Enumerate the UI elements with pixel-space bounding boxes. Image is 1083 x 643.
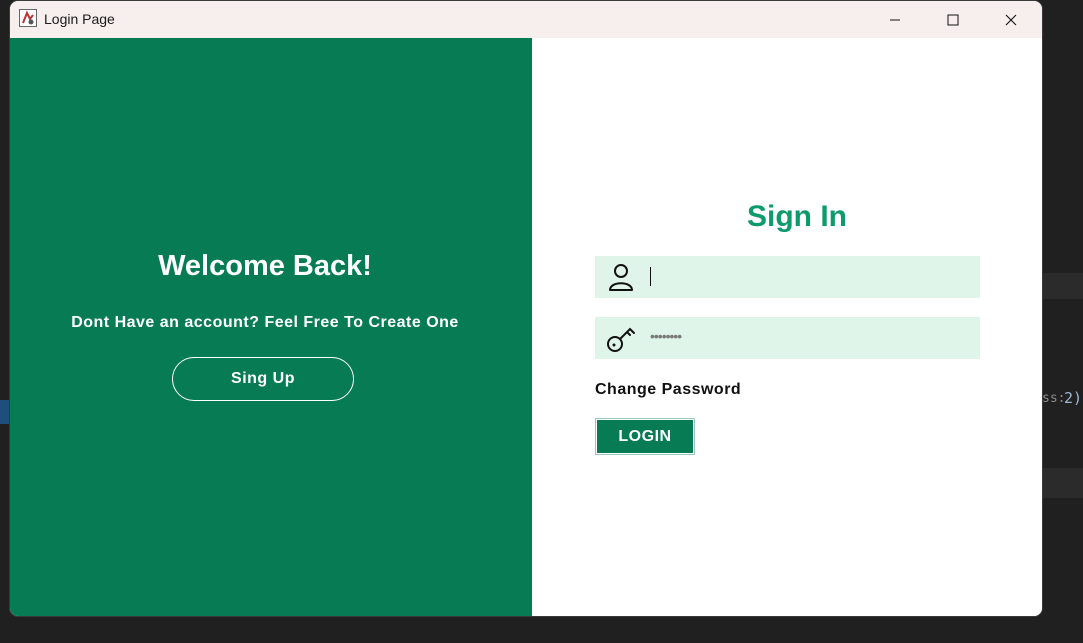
window-title: Login Page [44, 11, 115, 27]
login-window: Login Page Welcome Back! Dont Have an ac… [10, 1, 1042, 616]
minimize-icon [890, 19, 900, 20]
user-icon [609, 264, 633, 291]
background-code-fragment: ss: [1042, 391, 1066, 406]
login-button[interactable]: LOGIN [595, 418, 695, 455]
signup-button[interactable]: Sing Up [172, 357, 354, 401]
minimize-button[interactable] [866, 1, 924, 38]
signin-heading: Sign In [747, 200, 847, 233]
password-input[interactable]: •••••••• [650, 328, 682, 344]
create-account-text: Dont Have an account? Feel Free To Creat… [71, 314, 459, 331]
title-bar: Login Page [10, 1, 1042, 38]
maximize-button[interactable] [924, 1, 982, 38]
close-icon [1005, 14, 1017, 25]
change-password-link[interactable]: Change Password [595, 381, 741, 399]
welcome-heading: Welcome Back! [158, 250, 372, 282]
background-editor-strip [1042, 468, 1083, 498]
username-input[interactable] [647, 262, 967, 292]
username-field[interactable] [595, 256, 980, 298]
maximize-icon [947, 14, 959, 25]
java-app-icon [19, 9, 37, 27]
welcome-panel: Welcome Back! Dont Have an account? Feel… [10, 38, 532, 616]
signin-panel: Sign In •••••••• Change Password LOGIN [532, 38, 1042, 616]
close-button[interactable] [982, 1, 1040, 38]
background-editor-strip [0, 400, 10, 424]
background-code-number: 2) [1064, 389, 1083, 407]
key-icon [607, 327, 635, 352]
password-field[interactable]: •••••••• [595, 317, 980, 359]
background-editor-strip [1042, 273, 1083, 299]
text-caret [650, 267, 651, 286]
